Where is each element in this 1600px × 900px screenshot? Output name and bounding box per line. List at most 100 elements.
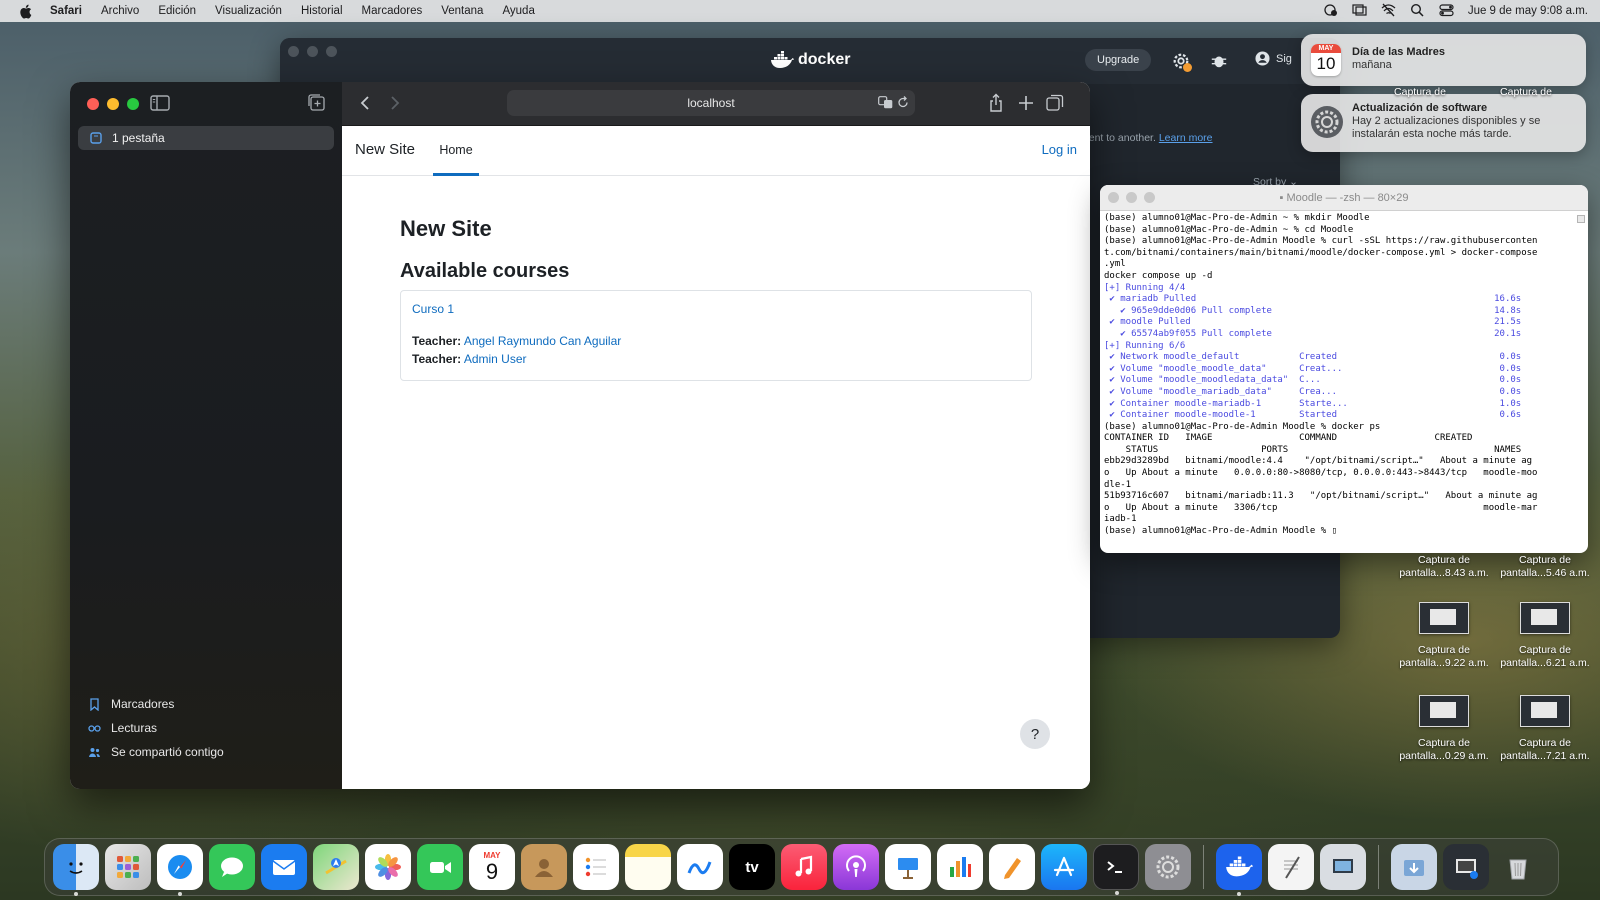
troubleshoot-bug-icon[interactable] <box>1208 50 1230 72</box>
desktop-file-screenshot[interactable]: Captura de pantalla...6.21 a.m. <box>1500 602 1590 670</box>
desktop-file-partial[interactable]: Captura de <box>1375 86 1465 99</box>
menu-historial[interactable]: Historial <box>301 5 343 17</box>
textedit-icon[interactable] <box>1268 844 1314 890</box>
facetime-icon[interactable] <box>417 844 463 890</box>
minimize-window-button[interactable] <box>107 98 119 110</box>
music-icon[interactable] <box>781 844 827 890</box>
desktop-file-screenshot[interactable]: Captura de pantalla...0.29 a.m. <box>1399 695 1489 763</box>
docker-whale-icon <box>771 51 794 68</box>
notes-icon[interactable] <box>625 844 671 890</box>
tabs-icon <box>90 132 102 144</box>
photos-icon[interactable] <box>365 844 411 890</box>
podcasts-icon[interactable] <box>833 844 879 890</box>
menu-ventana[interactable]: Ventana <box>441 5 483 17</box>
terminal-scroll-indicator[interactable] <box>1577 215 1585 223</box>
menu-clock[interactable]: Jue 9 de may 9:08 a.m. <box>1468 5 1588 17</box>
safari-window: 1 pestaña Marcadores Lecturas Se compart… <box>70 82 1090 789</box>
menu-edicion[interactable]: Edición <box>158 5 196 17</box>
appstore-icon[interactable] <box>1041 844 1087 890</box>
camera-status-icon[interactable] <box>1323 3 1338 20</box>
docker-icon[interactable] <box>1216 844 1262 896</box>
launchpad-icon[interactable] <box>105 844 151 890</box>
new-tab-group-icon[interactable] <box>308 94 326 112</box>
keynote-icon[interactable] <box>885 844 931 890</box>
terminal-line: (base) alumno01@Mac-Pro-de-Admin ~ % mkd… <box>1104 213 1370 223</box>
menu-visualizacion[interactable]: Visualización <box>215 5 282 17</box>
nav-home-tab[interactable]: Home <box>433 126 479 176</box>
notification-software-update[interactable]: Actualización de software Hay 2 actualiz… <box>1301 94 1586 152</box>
appletv-icon[interactable]: tv <box>729 844 775 890</box>
reminders-icon[interactable] <box>573 844 619 890</box>
reload-icon[interactable] <box>897 96 909 109</box>
messages-icon[interactable] <box>209 844 255 890</box>
preview-icon[interactable] <box>1320 844 1366 890</box>
contacts-icon[interactable] <box>521 844 567 890</box>
terminal-output[interactable]: (base) alumno01@Mac-Pro-de-Admin ~ % mkd… <box>1104 213 1574 538</box>
course-name-link[interactable]: Curso 1 <box>412 302 454 316</box>
menu-marcadores[interactable]: Marcadores <box>362 5 423 17</box>
wifi-off-icon[interactable] <box>1381 3 1396 20</box>
share-icon[interactable] <box>988 93 1004 113</box>
desktop-file-screenshot[interactable]: Captura de pantalla...7.21 a.m. <box>1500 695 1590 763</box>
sidebar-item-shared-with-you[interactable]: Se compartió contigo <box>88 744 224 760</box>
forward-chevron-icon[interactable] <box>388 94 402 112</box>
screen-mirroring-icon[interactable] <box>1352 3 1367 20</box>
learn-more-link[interactable]: Learn more <box>1159 132 1213 144</box>
safari-icon[interactable] <box>157 844 203 896</box>
terminal-icon[interactable] <box>1093 844 1139 895</box>
trash-icon[interactable] <box>1495 844 1541 890</box>
login-link[interactable]: Log in <box>1042 142 1077 157</box>
help-button[interactable]: ? <box>1020 719 1050 749</box>
control-center-icon[interactable] <box>1439 3 1454 20</box>
upgrade-button[interactable]: Upgrade <box>1085 49 1152 71</box>
menu-archivo[interactable]: Archivo <box>101 5 139 17</box>
pages-icon[interactable] <box>989 844 1035 890</box>
numbers-icon[interactable] <box>937 844 983 890</box>
close-window-button[interactable] <box>87 98 99 110</box>
docker-logo: docker <box>770 51 850 69</box>
apple-icon[interactable] <box>18 4 32 19</box>
desktop-file-screenshot[interactable]: Captura de pantalla...8.43 a.m. <box>1399 554 1489 580</box>
menu-ayuda[interactable]: Ayuda <box>502 5 534 17</box>
calendar-app-icon[interactable]: MAY 9 <box>469 844 515 890</box>
desktop-file-screenshot[interactable]: Captura de pantalla...5.46 a.m. <box>1500 554 1590 580</box>
terminal-line: STATUS PORTS NAMES <box>1104 444 1522 455</box>
downloads-folder-icon[interactable] <box>1391 844 1437 890</box>
maps-icon[interactable] <box>313 844 359 890</box>
terminal-line: ✔ Volume "moodle_moodledata_data" C... 0… <box>1104 375 1522 386</box>
translate-icon[interactable] <box>878 96 893 109</box>
reading-list-icon <box>88 724 101 732</box>
sidebar-toggle-icon[interactable] <box>150 95 170 111</box>
site-name-link[interactable]: New Site <box>355 141 415 158</box>
sidebar-item-reading-list[interactable]: Lecturas <box>88 720 224 736</box>
sidebar-item-bookmarks[interactable]: Marcadores <box>88 696 224 712</box>
docker-subtitle: ment to another. Learn more <box>1080 132 1213 144</box>
teacher-link[interactable]: Angel Raymundo Can Aguilar <box>464 334 621 348</box>
notification-mothers-day[interactable]: MAY 10 Día de las Madres mañana <box>1301 34 1586 86</box>
terminal-line: [+] Running 4/4 <box>1104 282 1186 293</box>
zoom-window-button[interactable] <box>127 98 139 110</box>
terminal-line: [+] Running 6/6 <box>1104 340 1186 351</box>
mail-icon[interactable] <box>261 844 307 890</box>
page-title: New Site <box>400 216 492 241</box>
teacher-link[interactable]: Admin User <box>464 352 527 366</box>
finder-icon[interactable] <box>53 844 99 896</box>
docker-window-controls[interactable] <box>288 46 337 57</box>
address-bar[interactable]: localhost <box>507 90 915 116</box>
desktop-file-partial[interactable]: Captura de <box>1481 86 1571 99</box>
tab-group-item[interactable]: 1 pestaña <box>78 126 334 150</box>
freeform-icon[interactable] <box>677 844 723 890</box>
terminal-line: ✔ Volume "moodle_mariadb_data" Crea... 0… <box>1104 386 1522 397</box>
teacher-label: Teacher: <box>412 334 462 348</box>
docker-titlebar: docker Upgrade Sig <box>280 38 1340 84</box>
spotlight-search-icon[interactable] <box>1410 3 1425 20</box>
menu-app-safari[interactable]: Safari <box>50 5 82 17</box>
screenshots-stack-icon[interactable] <box>1443 844 1489 890</box>
terminal-line: ✔ Container moodle-mariadb-1 Starte... 1… <box>1104 398 1522 409</box>
new-tab-plus-icon[interactable] <box>1018 94 1034 112</box>
back-chevron-icon[interactable] <box>358 94 372 112</box>
docker-account[interactable]: Sig <box>1255 51 1292 66</box>
tab-overview-icon[interactable] <box>1046 94 1064 112</box>
system-settings-icon[interactable] <box>1145 844 1191 890</box>
desktop-file-screenshot[interactable]: Captura de pantalla...9.22 a.m. <box>1399 602 1489 670</box>
